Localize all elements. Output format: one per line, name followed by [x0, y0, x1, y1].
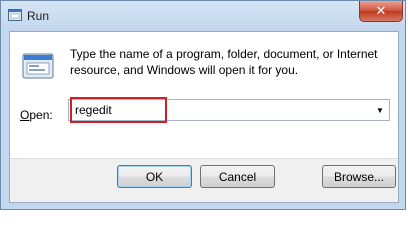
window-title: Run — [27, 9, 50, 23]
run-dialog-window: Run ✕ Type the name of a program, folder… — [0, 0, 406, 210]
dialog-description: Type the name of a program, folder, docu… — [70, 47, 378, 77]
input-highlight-box — [70, 97, 167, 123]
dialog-body: Type the name of a program, folder, docu… — [9, 31, 399, 203]
browse-button[interactable]: Browse... — [322, 165, 396, 188]
run-program-icon — [22, 53, 54, 79]
ok-button[interactable]: OK — [117, 165, 192, 188]
dropdown-arrow-glyph: ▼ — [376, 105, 384, 115]
open-label-accesskey: O — [20, 108, 30, 122]
cancel-button[interactable]: Cancel — [200, 165, 275, 188]
close-icon: ✕ — [375, 3, 387, 18]
chevron-down-icon[interactable]: ▼ — [373, 102, 387, 118]
run-window-icon — [8, 9, 22, 21]
open-combobox[interactable]: regedit ▼ — [68, 97, 390, 123]
title-bar[interactable]: Run ✕ — [1, 1, 405, 31]
close-button[interactable]: ✕ — [359, 1, 403, 22]
open-label: Open: — [20, 108, 53, 122]
open-label-text: pen: — [29, 108, 53, 122]
